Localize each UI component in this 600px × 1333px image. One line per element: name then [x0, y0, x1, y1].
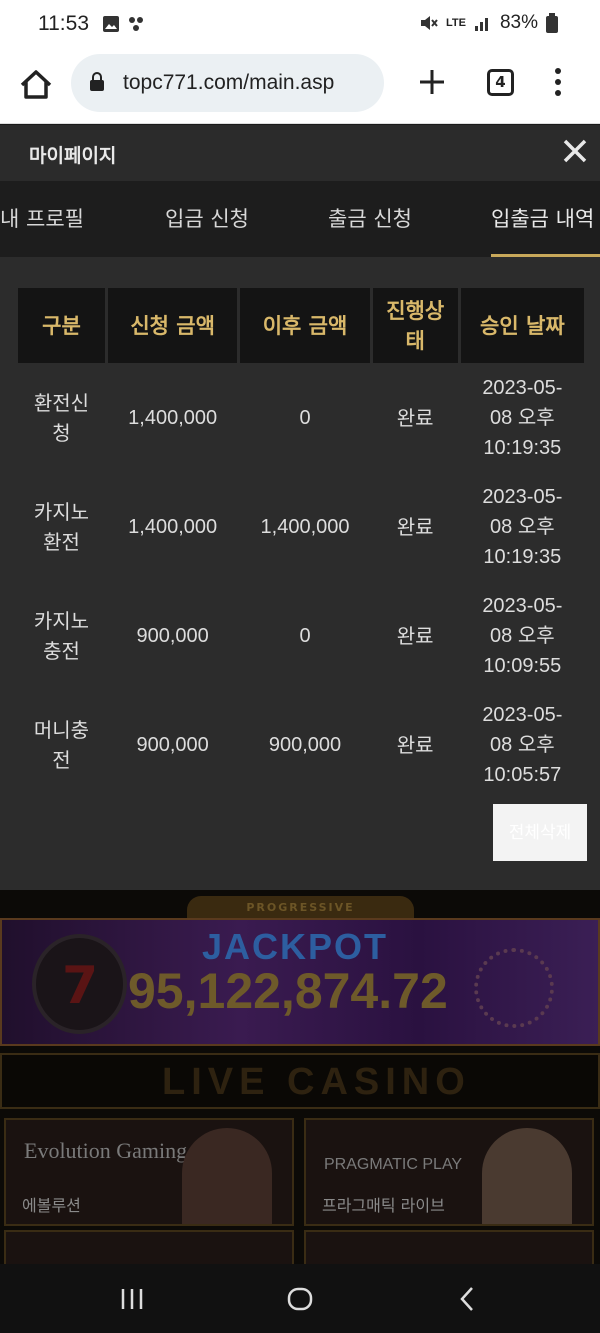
live-casino-bar: LIVE CASINO — [0, 1053, 600, 1109]
cell-date: 2023-05- 08 오후 10:19:35 — [482, 376, 563, 459]
back-icon[interactable] — [453, 1284, 483, 1314]
game-card-pragmatic[interactable]: PRAGMATIC PLAY 프라그매틱 라이브 — [304, 1118, 594, 1226]
mypage-title: 마이페이지 — [29, 145, 117, 167]
delete-all-button[interactable]: 전체삭제 — [493, 804, 587, 861]
table-row: 카지노 환전 1,400,000 1,400,000 완료 2023-05- 0… — [18, 472, 584, 581]
status-bar: 11:53 LTE 83% — [0, 0, 600, 50]
battery-percent: 83% — [499, 12, 538, 33]
cell-date: 2023-05- 08 오후 10:19:35 — [482, 485, 563, 568]
signal-icon — [474, 18, 488, 31]
cell-status: 완료 — [396, 732, 434, 757]
tab-withdraw[interactable]: 출금 신청 — [328, 203, 412, 233]
live-casino-label: LIVE CASINO — [162, 1061, 471, 1103]
url-bar[interactable]: topc771.com/main.asp — [71, 54, 384, 112]
mute-icon — [421, 16, 438, 30]
history-table: 구분 신청 금액 이후 금액 진행상 태 승인 날짜 환전신 청 1,400,0… — [15, 288, 587, 799]
cell-date: 2023-05- 08 오후 10:05:57 — [482, 703, 563, 786]
tabs-icon[interactable]: 4 — [487, 69, 514, 96]
game-name: 프라그매틱 라이브 — [322, 1196, 445, 1215]
tab-deposit[interactable]: 입금 신청 — [165, 203, 249, 233]
app-notification-icon — [129, 17, 143, 31]
table-header-row: 구분 신청 금액 이후 금액 진행상 태 승인 날짜 — [18, 288, 584, 363]
cell-after: 900,000 — [268, 733, 342, 756]
lock-icon — [90, 72, 104, 91]
casino-background: PROGRESSIVE 7 JACKPOT 95,122,874.72 LIVE… — [0, 890, 600, 1264]
cell-type: 머니충 전 — [33, 717, 90, 772]
dealer-image — [182, 1128, 272, 1224]
dealer-image — [482, 1128, 572, 1224]
jackpot-banner[interactable]: 7 JACKPOT 95,122,874.72 — [0, 918, 600, 1046]
game-brand: PRAGMATIC PLAY — [324, 1156, 463, 1173]
home-icon[interactable] — [16, 65, 56, 105]
gallery-icon — [103, 16, 119, 32]
cell-after: 0 — [299, 406, 311, 429]
cell-request: 1,400,000 — [128, 406, 218, 429]
table-row: 카지노 충전 900,000 0 완료 2023-05- 08 오후 10:09… — [18, 581, 584, 690]
game-card-evolution[interactable]: Evolution Gaming 에볼루션 — [4, 1118, 294, 1226]
system-nav-bar — [0, 1264, 600, 1333]
cell-status: 완료 — [396, 514, 434, 539]
browser-toolbar: topc771.com/main.asp 4 — [0, 50, 600, 124]
history-panel: 구분 신청 금액 이후 금액 진행상 태 승인 날짜 환전신 청 1,400,0… — [0, 257, 600, 890]
header-request-amount: 신청 금액 — [107, 288, 238, 363]
header-status: 진행상 태 — [372, 288, 458, 363]
cell-status: 완료 — [396, 405, 434, 430]
header-after-amount: 이후 금액 — [240, 288, 370, 363]
status-right: LTE 83% — [418, 12, 558, 34]
cell-type: 카지노 충전 — [33, 608, 90, 663]
game-card[interactable] — [304, 1230, 594, 1264]
cell-request: 900,000 — [136, 624, 209, 647]
cell-date: 2023-05- 08 오후 10:09:55 — [482, 594, 563, 677]
game-card[interactable] — [4, 1230, 294, 1264]
nav-home-icon[interactable] — [285, 1284, 315, 1314]
mypage-header: 마이페이지 — [0, 125, 600, 181]
tab-profile[interactable]: 내 프로필 — [0, 203, 84, 233]
recents-icon[interactable] — [117, 1284, 147, 1314]
battery-icon — [546, 13, 558, 33]
cell-type: 환전신 청 — [33, 390, 90, 445]
url-text[interactable]: topc771.com/main.asp — [123, 71, 334, 95]
slot-machine-icon — [474, 948, 554, 1028]
plus-icon[interactable] — [414, 64, 450, 100]
header-approval-date: 승인 날짜 — [460, 288, 584, 363]
mypage-tabs: 내 프로필 입금 신청 출금 신청 입출금 내역 — [0, 181, 600, 257]
table-row: 환전신 청 1,400,000 0 완료 2023-05- 08 오후 10:1… — [18, 363, 584, 472]
network-label: LTE — [446, 16, 466, 29]
slot-wheel-icon: 7 — [32, 934, 127, 1034]
table-row: 머니충 전 900,000 900,000 완료 2023-05- 08 오후 … — [18, 690, 584, 799]
game-name: 에볼루션 — [22, 1196, 81, 1215]
cell-type: 카지노 환전 — [33, 499, 90, 554]
status-time: 11:53 — [38, 12, 89, 35]
header-type: 구분 — [18, 288, 105, 363]
cell-after: 0 — [299, 624, 311, 647]
cell-request: 900,000 — [136, 733, 209, 756]
close-icon[interactable] — [562, 138, 588, 164]
tab-history[interactable]: 입출금 내역 — [491, 203, 594, 233]
menu-icon[interactable] — [548, 64, 568, 100]
cell-request: 1,400,000 — [128, 515, 218, 538]
jackpot-amount: 95,122,874.72 — [128, 963, 448, 1019]
cell-after: 1,400,000 — [260, 515, 350, 538]
game-brand: Evolution Gaming — [24, 1138, 188, 1163]
cell-status: 완료 — [396, 623, 434, 648]
